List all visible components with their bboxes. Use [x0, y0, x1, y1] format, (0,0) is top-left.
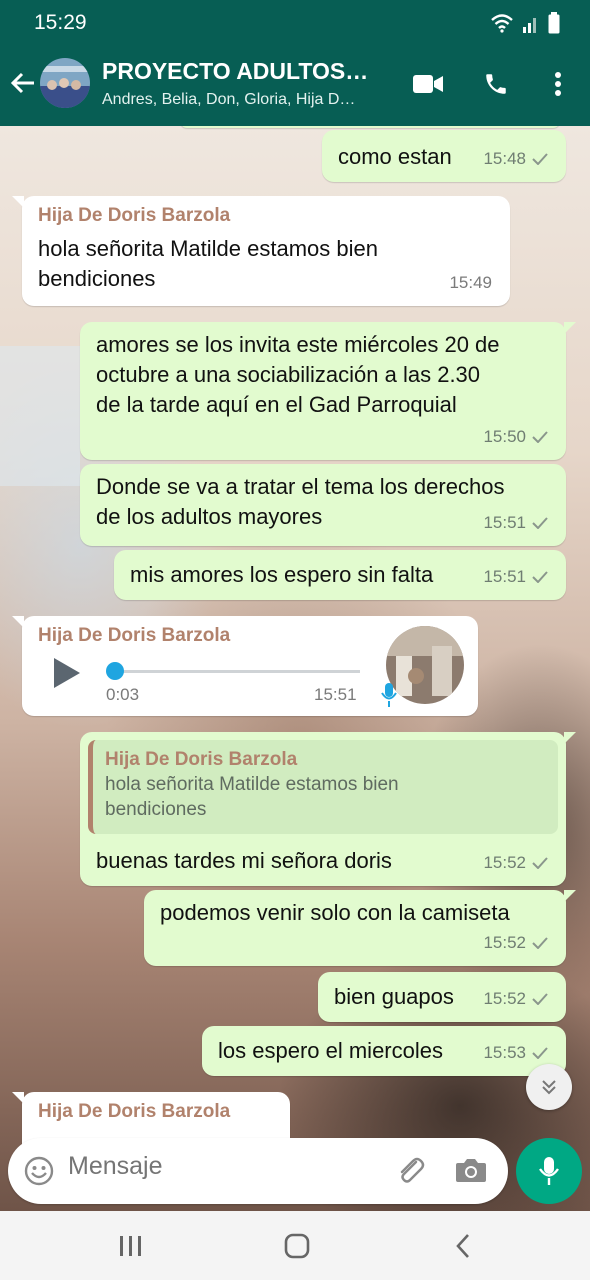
home-button[interactable] — [282, 1231, 312, 1261]
message-bubble-outgoing[interactable]: Donde se va a tratar el tema los derecho… — [80, 464, 566, 546]
video-call-icon — [413, 75, 443, 93]
message-text: hola señorita Matilde estamos bien bendi… — [38, 236, 378, 291]
back-chevron-icon — [456, 1234, 469, 1258]
more-options-icon — [555, 72, 561, 96]
message-bubble-cut[interactable] — [180, 126, 560, 128]
status-icons — [490, 12, 560, 34]
status-time: 15:29 — [34, 11, 87, 34]
message-time: 15:51 — [483, 513, 526, 532]
checkmark-icon — [532, 153, 548, 165]
message-bubble-outgoing[interactable]: bien guapos 15:52 — [318, 972, 566, 1022]
phone-icon — [486, 74, 506, 94]
checkmark-icon — [532, 937, 548, 949]
group-avatar[interactable] — [40, 58, 90, 108]
voice-progress-handle[interactable] — [106, 662, 124, 680]
chevron-double-down-icon — [542, 1080, 556, 1095]
quoted-sender: Hija De Doris Barzola — [105, 749, 298, 770]
voice-message-bubble[interactable]: Hija De Doris Barzola 0:03 15:51 — [12, 616, 478, 716]
mic-icon — [381, 683, 397, 707]
recent-apps-button[interactable] — [116, 1231, 146, 1261]
message-time: 15:48 — [483, 149, 526, 168]
voice-progress-track[interactable] — [114, 670, 360, 673]
message-text: podemos venir solo con la camiseta — [160, 900, 510, 925]
voice-call-button[interactable] — [478, 66, 514, 102]
battery-icon — [548, 12, 560, 34]
checkmark-icon — [532, 857, 548, 869]
message-text: mis amores los espero sin falta — [130, 562, 434, 587]
checkmark-icon — [532, 431, 548, 443]
message-text: Donde se va a tratar el tema los derecho… — [96, 474, 505, 529]
message-text: buenas tardes mi señora doris — [96, 848, 392, 873]
more-options-button[interactable] — [540, 66, 576, 102]
recent-apps-icon — [120, 1236, 141, 1256]
message-time: 15:52 — [483, 933, 526, 952]
message-text: amores se los invita este miércoles 20 d… — [96, 332, 500, 417]
message-bubble-outgoing[interactable]: los espero el miercoles 15:53 — [202, 1026, 566, 1076]
voice-duration: 0:03 — [106, 685, 140, 704]
voice-record-button[interactable] — [516, 1138, 582, 1204]
quoted-message[interactable]: Hija De Doris Barzola hola señorita Mati… — [88, 740, 558, 834]
message-composer — [8, 1138, 508, 1204]
message-time: 15:51 — [483, 567, 526, 586]
attach-icon[interactable] — [394, 1154, 426, 1186]
message-time: 15:52 — [483, 853, 526, 872]
checkmark-icon — [532, 993, 548, 1005]
chat-header: PROYECTO ADULTOS… Andres, Belia, Don, Gl… — [0, 46, 590, 126]
checkmark-icon — [532, 571, 548, 583]
message-text: los espero el miercoles — [218, 1038, 443, 1063]
sender-name: Hija De Doris Barzola — [38, 205, 231, 226]
message-time: 15:52 — [483, 989, 526, 1008]
chat-background: como estan 15:48 Hija De Doris Barzola h… — [0, 126, 590, 1211]
checkmark-icon — [532, 517, 548, 529]
sender-name: Hija De Doris Barzola — [38, 1101, 231, 1122]
message-text: como estan — [338, 144, 452, 169]
status-bar: 15:29 — [0, 0, 590, 46]
message-text: bien guapos — [334, 984, 454, 1009]
emoji-icon[interactable] — [24, 1156, 54, 1186]
camera-icon[interactable] — [454, 1154, 488, 1186]
scroll-to-bottom-button[interactable] — [526, 1064, 572, 1110]
message-bubble-outgoing[interactable]: podemos venir solo con la camiseta 15:52 — [144, 890, 576, 966]
message-input[interactable] — [68, 1152, 368, 1181]
quoted-text: hola señorita Matilde estamos bien bendi… — [105, 774, 399, 820]
home-icon — [284, 1233, 310, 1259]
message-bubble-outgoing[interactable]: como estan 15:48 — [322, 130, 566, 182]
message-time: 15:51 — [314, 685, 357, 704]
wifi-icon — [491, 14, 513, 33]
play-icon[interactable] — [52, 656, 82, 690]
sender-name: Hija De Doris Barzola — [38, 625, 231, 646]
reply-message-bubble[interactable]: Hija De Doris Barzola hola señorita Mati… — [80, 732, 576, 886]
system-navigation-bar — [0, 1211, 590, 1280]
message-bubble-outgoing[interactable]: amores se los invita este miércoles 20 d… — [80, 322, 576, 460]
chat-participants[interactable]: Andres, Belia, Don, Gloria, Hija D… — [102, 91, 355, 109]
message-time: 15:50 — [483, 427, 526, 446]
chat-title[interactable]: PROYECTO ADULTOS… — [102, 58, 368, 85]
message-time: 15:53 — [483, 1043, 526, 1062]
mic-icon — [539, 1157, 559, 1185]
back-arrow-icon[interactable] — [8, 68, 38, 98]
video-call-button[interactable] — [410, 66, 446, 102]
message-time: 15:49 — [449, 273, 492, 292]
signal-icon — [523, 18, 536, 33]
message-bubble-outgoing[interactable]: mis amores los espero sin falta 15:51 — [114, 550, 566, 600]
checkmark-icon — [532, 1047, 548, 1059]
message-bubble-incoming[interactable]: Hija De Doris Barzola hola señorita Mati… — [12, 196, 510, 306]
back-button[interactable] — [448, 1231, 478, 1261]
